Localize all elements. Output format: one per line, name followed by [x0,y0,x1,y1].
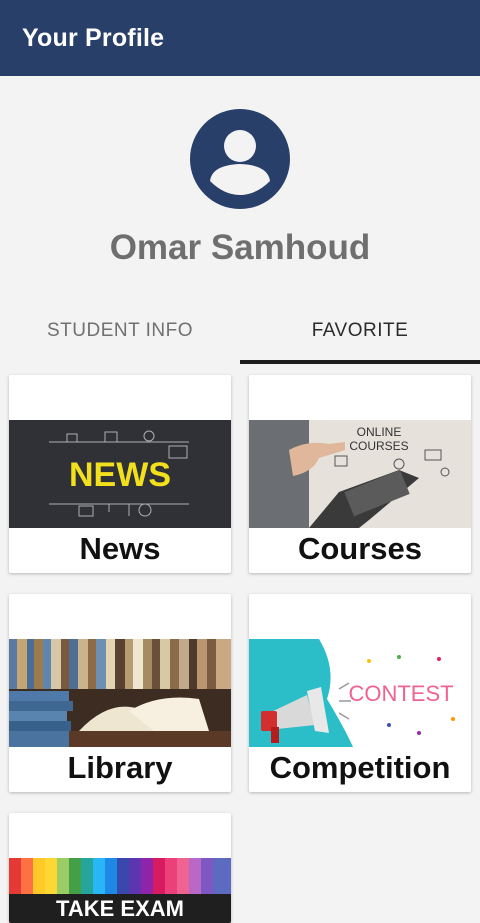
tab-favorite[interactable]: FAVORITE [240,300,480,362]
card-news-label: News [79,531,161,566]
card-library-label: Library [67,750,173,785]
competition-image: CONTEST [249,639,471,747]
courses-image-text-2: COURSES [349,439,408,453]
card-courses[interactable]: ONLINE COURSES Courses [249,375,471,573]
card-competition-label: Competition [269,750,451,785]
news-image: NEWS [9,420,231,528]
take-exam-image: TAKE EXAM [9,858,231,923]
tab-student-info[interactable]: STUDENT INFO [0,300,240,362]
card-take-exam[interactable]: TAKE EXAM [9,813,231,923]
card-library[interactable]: Library [9,594,231,792]
courses-image: ONLINE COURSES [249,420,471,528]
profile-name: Omar Samhoud [109,228,371,267]
card-courses-label: Courses [297,531,423,566]
profile-avatar-icon[interactable] [190,109,290,209]
tab-indicator [240,360,480,364]
contest-image-text: CONTEST [348,681,453,706]
library-image [9,639,231,747]
news-image-text: NEWS [69,456,171,494]
card-competition[interactable]: CONTEST Competition [249,594,471,792]
card-news[interactable]: NEWS News [9,375,231,573]
app-bar-title: Your Profile [22,23,165,52]
profile-tabs: STUDENT INFO FAVORITE [0,300,480,364]
courses-image-text-1: ONLINE [357,425,402,439]
take-exam-image-text: TAKE EXAM [56,896,184,921]
app-bar: Your Profile [0,0,480,76]
